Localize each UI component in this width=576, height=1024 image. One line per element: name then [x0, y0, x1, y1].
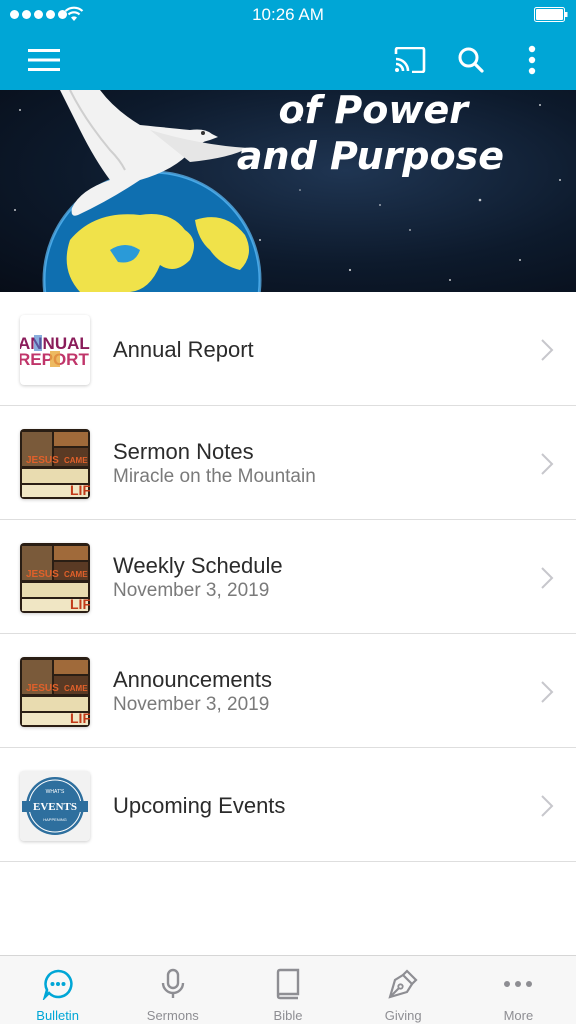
- list-item-annual-report[interactable]: ANNUAL REPORT Annual Report: [0, 292, 576, 406]
- list-item-title: Announcements: [113, 667, 272, 692]
- list-item-subtitle: November 3, 2019: [113, 694, 270, 715]
- list-item-title: Sermon Notes: [113, 439, 254, 464]
- status-bar: 10:26 AM: [0, 0, 576, 30]
- chevron-right-icon: [541, 567, 554, 589]
- tab-bulletin[interactable]: Bulletin: [0, 956, 115, 1024]
- list-item-weekly-schedule[interactable]: JESUS CAME LIF Weekly Schedule November …: [0, 520, 576, 634]
- status-time: 10:26 AM: [252, 5, 324, 24]
- svg-text:JESUS: JESUS: [26, 455, 59, 466]
- svg-text:WHAT'S: WHAT'S: [46, 789, 65, 795]
- svg-text:JESUS: JESUS: [26, 683, 59, 694]
- app-header: 10:26 AM: [0, 0, 576, 90]
- svg-text:LIF: LIF: [70, 710, 90, 726]
- book-icon: [276, 968, 300, 1000]
- sermon-series-thumbnail: JESUS CAME LIF: [20, 429, 90, 499]
- svg-text:LIF: LIF: [70, 482, 90, 498]
- svg-text:EVENTS: EVENTS: [33, 801, 77, 813]
- svg-text:HAPPENING: HAPPENING: [43, 817, 67, 822]
- svg-text:CAME: CAME: [64, 684, 88, 693]
- chat-bubble-icon: [42, 969, 73, 1000]
- search-icon: [458, 47, 484, 73]
- svg-text:CAME: CAME: [64, 456, 88, 465]
- annual-report-thumbnail: ANNUAL REPORT: [20, 315, 90, 385]
- cast-icon: [394, 47, 426, 73]
- tab-label: Sermons: [146, 1008, 199, 1023]
- svg-text:CAME: CAME: [64, 570, 88, 579]
- tab-label: Giving: [384, 1008, 422, 1023]
- banner-title-line1: of Power: [278, 90, 468, 132]
- sermon-series-banner[interactable]: of Power and Purpose: [0, 90, 576, 292]
- tab-bible[interactable]: Bible: [230, 956, 345, 1024]
- svg-text:JESUS: JESUS: [26, 569, 59, 580]
- list-item-sermon-notes[interactable]: JESUS CAME LIF Sermon Notes Miracle on t…: [0, 406, 576, 520]
- banner-title-line2: and Purpose: [236, 134, 504, 178]
- search-button[interactable]: [449, 40, 493, 80]
- sermon-series-thumbnail: JESUS CAME LIF: [20, 657, 90, 727]
- svg-text:LIF: LIF: [70, 596, 90, 612]
- tab-label: Bible: [273, 1008, 303, 1023]
- chevron-right-icon: [541, 681, 554, 703]
- list-item-subtitle: Miracle on the Mountain: [113, 466, 316, 487]
- list-item-subtitle: November 3, 2019: [113, 580, 270, 601]
- hamburger-menu-icon: [28, 49, 60, 71]
- chevron-right-icon: [541, 795, 554, 817]
- bulletin-list: ANNUAL REPORT Annual Report JESUS CAME L…: [0, 292, 576, 862]
- list-item-title: Upcoming Events: [113, 793, 286, 818]
- more-vertical-icon: [528, 45, 536, 75]
- sermon-series-thumbnail: JESUS CAME LIF: [20, 543, 90, 613]
- pen-icon: [388, 969, 418, 999]
- list-item-title: Weekly Schedule: [113, 553, 283, 578]
- bottom-tab-bar: Bulletin Sermons Bible Giving More: [0, 955, 576, 1024]
- list-item-announcements[interactable]: JESUS CAME LIF Announcements November 3,…: [0, 634, 576, 748]
- tab-more[interactable]: More: [461, 956, 576, 1024]
- events-thumbnail: WHAT'S EVENTS HAPPENING: [20, 771, 90, 841]
- cast-button[interactable]: [388, 40, 432, 80]
- list-item-upcoming-events[interactable]: WHAT'S EVENTS HAPPENING Upcoming Events: [0, 748, 576, 862]
- microphone-icon: [161, 968, 184, 998]
- tab-label: Bulletin: [36, 1008, 79, 1023]
- chevron-right-icon: [541, 339, 554, 361]
- battery-icon: [534, 7, 568, 22]
- tab-giving[interactable]: Giving: [346, 956, 461, 1024]
- tab-label: More: [503, 1008, 534, 1023]
- overflow-menu-button[interactable]: [510, 40, 554, 80]
- list-item-title: Annual Report: [113, 337, 254, 362]
- tab-sermons[interactable]: Sermons: [115, 956, 230, 1024]
- more-horizontal-icon: [504, 981, 533, 987]
- menu-button[interactable]: [22, 40, 66, 80]
- chevron-right-icon: [541, 453, 554, 475]
